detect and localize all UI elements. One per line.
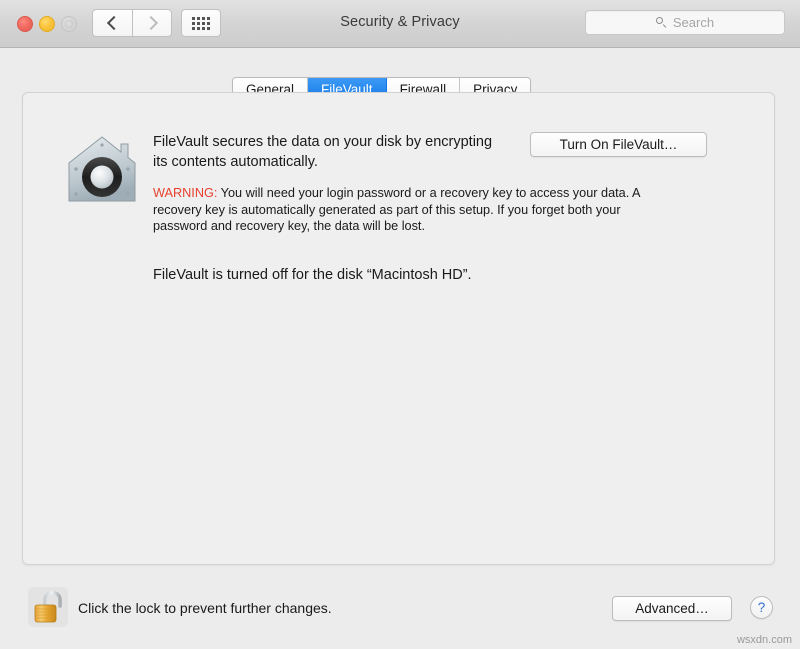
warning-body: You will need your login password or a r…	[153, 186, 640, 233]
lock-button[interactable]	[28, 587, 68, 627]
filevault-warning-text: WARNING: You will need your login passwo…	[153, 185, 675, 235]
search-placeholder: Search	[672, 15, 715, 30]
filevault-intro-text: FileVault secures the data on your disk …	[153, 134, 493, 170]
search-field[interactable]: Search	[585, 10, 785, 35]
security-privacy-window: Security & Privacy Search General FileVa…	[0, 0, 800, 649]
filevault-status-text: FileVault is turned off for the disk “Ma…	[153, 267, 472, 283]
filevault-house-icon	[68, 136, 136, 202]
help-button[interactable]: ?	[750, 596, 773, 619]
unlocked-padlock-icon	[34, 590, 62, 623]
advanced-button[interactable]: Advanced…	[612, 596, 732, 621]
turn-on-filevault-button[interactable]: Turn On FileVault…	[530, 132, 707, 157]
watermark: wsxdn.com	[736, 634, 792, 646]
warning-label: WARNING:	[153, 186, 218, 200]
search-icon	[655, 17, 667, 28]
title-bar: Security & Privacy Search	[0, 0, 800, 48]
lock-caption: Click the lock to prevent further change…	[78, 600, 332, 616]
content-panel: FileVault secures the data on your disk …	[22, 92, 775, 565]
